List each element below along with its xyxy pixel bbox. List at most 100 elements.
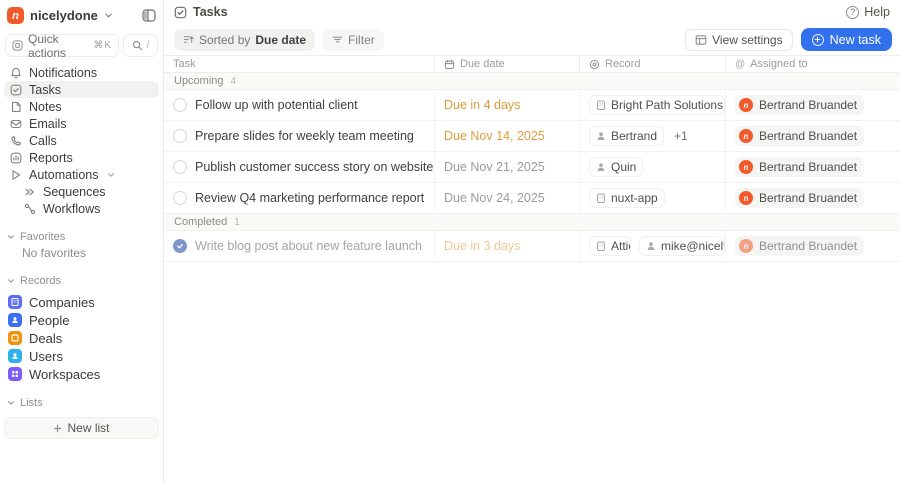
record-chip[interactable]: Bertrand [589, 126, 664, 146]
column-header-due-date[interactable]: Due date [434, 56, 579, 72]
new-task-button[interactable]: New task [801, 28, 892, 51]
task-title[interactable]: Publish customer success story on websit… [195, 160, 433, 174]
sidebar-item-workflows[interactable]: Workflows [4, 200, 159, 217]
group-header-completed[interactable]: Completed 1 [164, 214, 900, 231]
task-title[interactable]: Write blog post about new feature launch [195, 239, 422, 253]
table-row[interactable]: Review Q4 marketing performance report D… [164, 183, 900, 214]
due-date[interactable]: Due Nov 14, 2025 [444, 129, 545, 143]
at-icon: @ [735, 59, 745, 70]
sidebar-item-label: Reports [29, 151, 73, 165]
sort-icon [183, 34, 194, 45]
sidebar-item-workspaces[interactable]: Workspaces [4, 365, 159, 383]
favorites-section-header[interactable]: Favorites [4, 230, 159, 244]
sidebar-item-label: Emails [29, 117, 67, 131]
filter-button[interactable]: Filter [323, 29, 384, 51]
due-date[interactable]: Due Nov 24, 2025 [444, 191, 545, 205]
table-header: Task Due date Record @ Assigned to [164, 55, 900, 73]
due-date[interactable]: Due in 3 days [444, 239, 520, 253]
sidebar-item-automations[interactable]: Automations [4, 166, 159, 183]
sidebar-item-companies[interactable]: Companies [4, 293, 159, 311]
sidebar-item-label: Automations [29, 168, 98, 182]
sidebar-item-label: People [29, 313, 69, 328]
sidebar-item-notifications[interactable]: Notifications [4, 64, 159, 81]
table-row[interactable]: Publish customer success story on websit… [164, 152, 900, 183]
command-palette-icon [12, 40, 23, 51]
avatar: n [739, 191, 753, 205]
task-checkbox[interactable] [173, 191, 187, 205]
page-topbar: Tasks ? Help [164, 0, 900, 24]
workflows-icon [23, 203, 36, 215]
column-header-record[interactable]: Record [579, 56, 725, 72]
lists-section-header[interactable]: Lists [4, 396, 159, 410]
due-date[interactable]: Due Nov 21, 2025 [444, 160, 545, 174]
new-list-button[interactable]: New list [4, 417, 159, 439]
column-header-assigned-to[interactable]: @ Assigned to [725, 56, 900, 72]
assignee-chip[interactable]: nBertrand Bruandet [735, 126, 864, 146]
task-title[interactable]: Review Q4 marketing performance report [195, 191, 424, 205]
column-header-task[interactable]: Task [164, 56, 434, 72]
sidebar-item-tasks[interactable]: Tasks [4, 81, 159, 98]
task-checkbox[interactable] [173, 129, 187, 143]
quick-actions-button[interactable]: Quick actions ⌘K [5, 34, 119, 57]
assignee-chip[interactable]: nBertrand Bruandet [735, 236, 864, 256]
group-header-upcoming[interactable]: Upcoming 4 [164, 73, 900, 90]
chevron-down-icon [104, 11, 113, 20]
help-button[interactable]: ? Help [846, 5, 890, 19]
record-chip[interactable]: Quin [589, 157, 643, 177]
sidebar-item-deals[interactable]: Deals [4, 329, 159, 347]
workspace-switcher[interactable]: n nicelydone [4, 3, 159, 28]
sidebar-item-label: Companies [29, 295, 95, 310]
task-checkbox[interactable] [173, 160, 187, 174]
record-chip[interactable]: nuxt-app [589, 188, 665, 208]
sidebar-item-reports[interactable]: Reports [4, 149, 159, 166]
avatar: n [739, 239, 753, 253]
sidebar-item-sequences[interactable]: Sequences [4, 183, 159, 200]
filter-icon [332, 34, 343, 45]
assignee-chip[interactable]: nBertrand Bruandet [735, 188, 864, 208]
task-checkbox-checked[interactable] [173, 239, 187, 253]
due-date[interactable]: Due in 4 days [444, 98, 520, 112]
sidebar-item-people[interactable]: People [4, 311, 159, 329]
filter-label: Filter [348, 33, 375, 47]
chevron-down-icon [7, 277, 15, 285]
group-count: 4 [231, 76, 237, 87]
new-task-label: New task [830, 33, 881, 47]
column-label: Record [605, 58, 640, 70]
record-chip[interactable]: mike@nicelydo... [639, 236, 725, 256]
column-label: Task [173, 58, 196, 70]
sidebar-item-calls[interactable]: Calls [4, 132, 159, 149]
view-settings-button[interactable]: View settings [685, 29, 792, 51]
bell-icon [9, 67, 22, 79]
calendar-icon [444, 59, 455, 70]
table-row[interactable]: Prepare slides for weekly team meeting D… [164, 121, 900, 152]
chevron-down-icon [107, 171, 115, 179]
search-button[interactable]: / [123, 34, 158, 57]
users-icon [8, 349, 22, 363]
assignee-chip[interactable]: nBertrand Bruandet [735, 95, 864, 115]
avatar: n [739, 98, 753, 112]
sorted-by-prefix: Sorted by [199, 33, 250, 47]
group-count: 1 [234, 217, 240, 228]
view-toolbar: Sorted by Due date Filter View settings … [164, 24, 900, 55]
sidebar-item-label: Deals [29, 331, 62, 346]
view-settings-icon [695, 34, 707, 46]
assignee-chip[interactable]: nBertrand Bruandet [735, 157, 864, 177]
records-section-header[interactable]: Records [4, 274, 159, 288]
sort-button[interactable]: Sorted by Due date [174, 29, 315, 51]
sidebar-item-users[interactable]: Users [4, 347, 159, 365]
record-more-count[interactable]: +1 [674, 129, 688, 143]
sidebar-collapse-icon[interactable] [142, 9, 156, 22]
sidebar-item-label: Notifications [29, 66, 97, 80]
task-checkbox[interactable] [173, 98, 187, 112]
record-chip[interactable]: Attio [589, 236, 631, 256]
table-row[interactable]: Follow up with potential client Due in 4… [164, 90, 900, 121]
sidebar-item-notes[interactable]: Notes [4, 98, 159, 115]
task-title[interactable]: Prepare slides for weekly team meeting [195, 129, 414, 143]
sidebar-item-emails[interactable]: Emails [4, 115, 159, 132]
sidebar-nav: Notifications Tasks Notes Emails Calls R… [4, 64, 159, 217]
sidebar-item-label: Users [29, 349, 63, 364]
task-title[interactable]: Follow up with potential client [195, 98, 358, 112]
table-row[interactable]: Write blog post about new feature launch… [164, 231, 900, 262]
tasks-icon [9, 84, 22, 96]
record-chip[interactable]: Bright Path Solutions [589, 95, 725, 115]
